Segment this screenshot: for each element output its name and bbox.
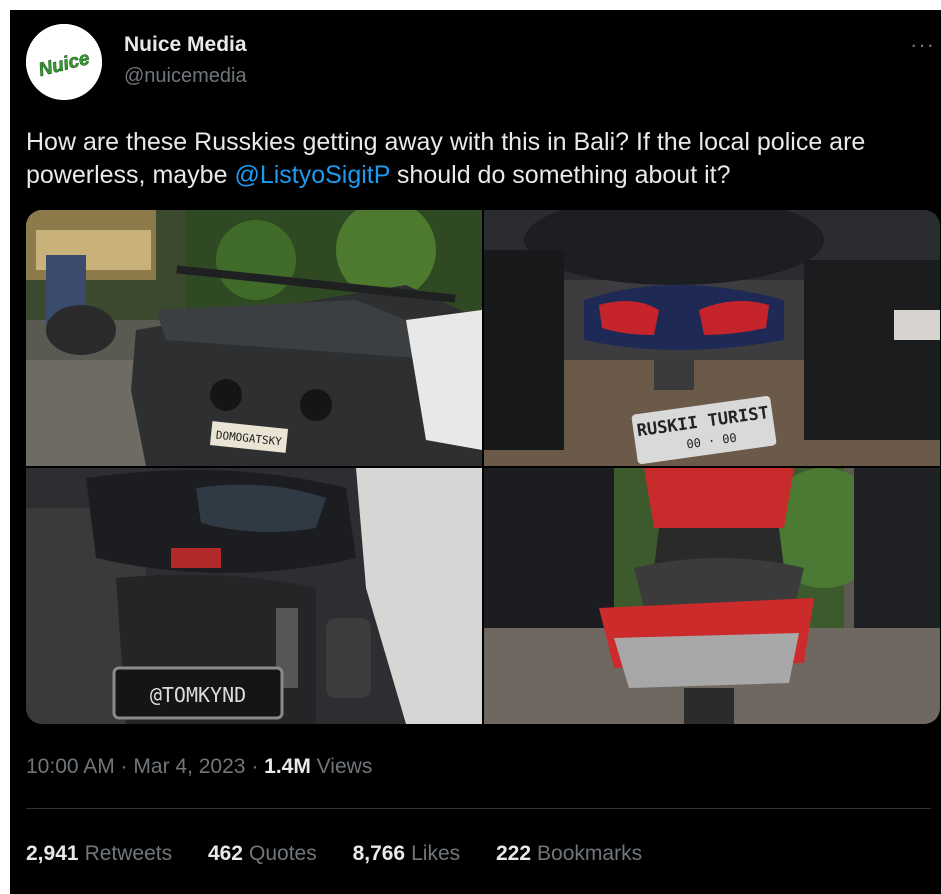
- separator: ·: [114, 755, 134, 778]
- views-label: Views: [310, 755, 373, 778]
- views-count: 1.4M: [264, 755, 311, 778]
- bookmarks-count: 222: [496, 842, 532, 865]
- likes-stat[interactable]: 8,766 Likes: [353, 842, 461, 866]
- bookmarks-label: Bookmarks: [537, 842, 643, 865]
- tweet-date[interactable]: Mar 4, 2023: [133, 755, 245, 778]
- quotes-count: 462: [207, 842, 243, 865]
- retweets-stat[interactable]: 2,941 Retweets: [26, 842, 172, 866]
- divider: [26, 808, 931, 809]
- tweet-text: How are these Russkies getting away with…: [26, 126, 931, 192]
- display-name[interactable]: Nuice Media: [124, 33, 247, 57]
- tweet-card: Nuice Nuice Media @nuicemedia ··· How ar…: [10, 10, 941, 894]
- mention-link[interactable]: @ListyoSigitP: [234, 161, 390, 189]
- nuice-logo-icon: Nuice: [26, 24, 102, 100]
- separator: ·: [245, 755, 265, 778]
- red-scooter-photo[interactable]: [484, 468, 940, 724]
- more-options-icon[interactable]: ···: [910, 32, 935, 58]
- avatar[interactable]: Nuice: [26, 24, 102, 100]
- engagement-stats: 2,941 Retweets 462 Quotes 8,766 Likes 222 Bo…: [26, 842, 672, 866]
- quotes-stat[interactable]: 462 Quotes: [208, 842, 317, 866]
- photo-grid: DOMOGATSKY RUSKII TURIST 00 · 00 @TOMKYN…: [26, 210, 940, 724]
- user-handle[interactable]: @nuicemedia: [124, 65, 247, 88]
- scooter-photo[interactable]: RUSKII TURIST 00 · 00: [484, 210, 940, 466]
- scooter-photo[interactable]: @TOMKYND: [26, 468, 482, 724]
- quotes-label: Quotes: [249, 842, 317, 865]
- tweet-text-part: should do something about it?: [389, 161, 731, 189]
- likes-count: 8,766: [352, 842, 406, 865]
- retweets-label: Retweets: [84, 842, 173, 865]
- tweet-metadata: 10:00 AM · Mar 4, 2023 · 1.4M Views: [26, 755, 372, 779]
- sports-car-photo[interactable]: DOMOGATSKY: [26, 210, 482, 466]
- tweet-time[interactable]: 10:00 AM: [26, 755, 115, 778]
- plate-text: @TOMKYND: [150, 683, 246, 707]
- bookmarks-stat[interactable]: 222 Bookmarks: [496, 842, 642, 866]
- retweets-count: 2,941: [26, 842, 79, 865]
- likes-label: Likes: [411, 842, 461, 865]
